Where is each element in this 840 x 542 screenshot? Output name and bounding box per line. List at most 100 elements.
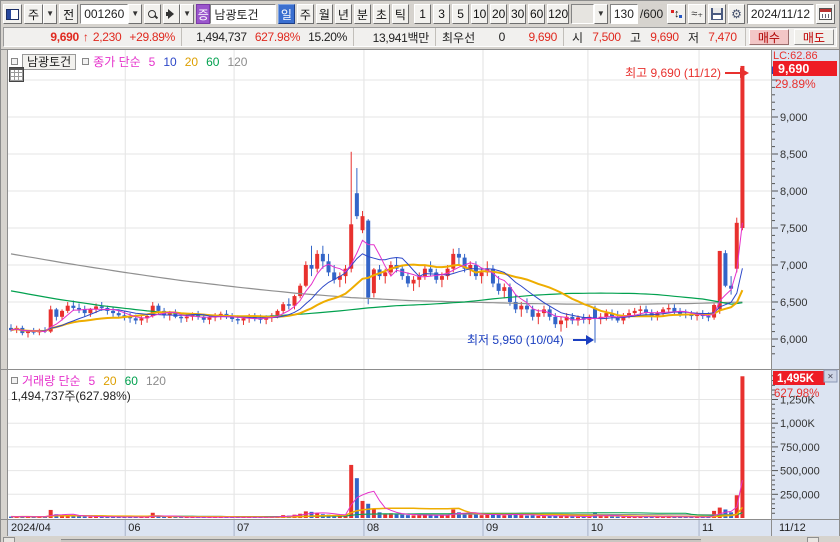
- minute-button-120[interactable]: 120: [547, 4, 570, 24]
- candle-body: [303, 265, 308, 286]
- pane-toggle-icon[interactable]: [11, 58, 18, 65]
- volume-axis-label: 500,000: [780, 466, 820, 478]
- candle-body: [507, 287, 512, 302]
- legend-ma-60: 60: [124, 373, 138, 388]
- best-quote-cell: 최우선 0 9,690: [436, 28, 564, 46]
- mini-period-button[interactable]: 주: [24, 4, 44, 24]
- low-label: 저: [687, 30, 700, 45]
- bottom-scroll-strip[interactable]: [1, 536, 840, 542]
- minute-button-10[interactable]: 10: [471, 4, 489, 24]
- stock-code-input[interactable]: 001260: [80, 4, 129, 24]
- candle-body: [434, 272, 439, 280]
- minute-button-20[interactable]: 20: [490, 4, 508, 24]
- volume-bar: [394, 514, 399, 518]
- chart-window-icon: [6, 8, 19, 20]
- candle-body: [26, 331, 31, 334]
- volume-bar: [485, 514, 490, 518]
- sound-dropdown[interactable]: ▼: [180, 4, 195, 24]
- volume-bar: [366, 503, 371, 518]
- candle-body: [184, 316, 189, 319]
- period-tab-월[interactable]: 월: [315, 4, 333, 24]
- volume-bar: [615, 516, 620, 518]
- candle-body: [309, 265, 314, 269]
- volume-bar: [417, 515, 422, 518]
- scroll-right-button[interactable]: [807, 537, 819, 542]
- chart-window-button[interactable]: [3, 4, 22, 24]
- candle-body: [54, 309, 59, 317]
- volume-bar: [405, 515, 410, 518]
- minute-button-30[interactable]: 30: [509, 4, 527, 24]
- chart-area[interactable]: 9,000 8,500 8,000 7,500 7,000 6,500 6,000 1,250…: [1, 49, 840, 542]
- save-button[interactable]: [708, 4, 727, 24]
- empty-select[interactable]: [571, 4, 594, 24]
- period-tab-분[interactable]: 분: [353, 4, 371, 24]
- draw-line-icon: ≈₊: [691, 7, 704, 20]
- scroll-left-button[interactable]: [3, 537, 15, 542]
- settings-button[interactable]: ⚙: [728, 4, 745, 24]
- bar-count-input[interactable]: 130: [609, 4, 638, 24]
- price-axis-label: 7,000: [780, 260, 808, 272]
- period-tab-일[interactable]: 일: [277, 4, 295, 24]
- candle-body: [553, 316, 558, 325]
- sell-button[interactable]: 매도: [793, 29, 834, 45]
- open-label: 시: [572, 30, 584, 45]
- candle-body: [116, 313, 121, 316]
- candle-body: [320, 253, 325, 262]
- chevron-down-icon: ▼: [131, 9, 140, 18]
- pane-toggle-icon[interactable]: [11, 377, 18, 384]
- high-price: 9,690: [650, 30, 679, 44]
- volume-axis-label: 1,000K: [780, 418, 816, 430]
- candle-body: [536, 313, 541, 317]
- price-axis-label: 6,000: [780, 334, 808, 346]
- indicator-toggle-icon[interactable]: [82, 58, 90, 65]
- stock-search-button[interactable]: [144, 4, 162, 24]
- price-axis-label: 9,000: [780, 112, 808, 124]
- clipped-indicator-text: LC:62.86: [773, 50, 818, 62]
- candle-body: [133, 318, 138, 321]
- period-tab-초[interactable]: 초: [372, 4, 390, 24]
- minute-button-3[interactable]: 3: [433, 4, 451, 24]
- data-table-icon[interactable]: [9, 67, 24, 82]
- candle-body: [60, 310, 65, 317]
- trade-amount: 13,941백만: [372, 30, 430, 45]
- code-dropdown[interactable]: ▼: [128, 4, 143, 24]
- minute-button-5[interactable]: 5: [452, 4, 470, 24]
- mini-period-dropdown[interactable]: ▼: [43, 4, 58, 24]
- jeon-button[interactable]: 전: [59, 4, 79, 24]
- candle-body: [740, 65, 745, 228]
- empty-select-dropdown[interactable]: ▼: [593, 4, 608, 24]
- legend-stock-name[interactable]: 남광토건: [22, 53, 77, 70]
- volume-bar: [576, 516, 580, 518]
- chevron-down-icon: ▼: [596, 9, 605, 18]
- volume-bar: [479, 515, 484, 518]
- candle-body: [519, 305, 524, 310]
- quote-infobar: 9,690 ↑ 2,230 +29.89% 1,494,737 627.98% …: [3, 27, 837, 47]
- period-tab-틱[interactable]: 틱: [391, 4, 409, 24]
- volume-bar: [411, 515, 416, 518]
- minute-button-group: 1 3 5 10 20 30 60 120: [414, 4, 571, 24]
- stock-name-field[interactable]: 남광토건: [210, 4, 276, 24]
- volume-bar: [502, 515, 507, 518]
- volume-bar: [530, 515, 535, 518]
- period-tab-년[interactable]: 년: [334, 4, 352, 24]
- calendar-button[interactable]: [816, 4, 836, 24]
- volume-bar: [564, 516, 569, 518]
- price-cell: 9,690 ↑ 2,230 +29.89%: [4, 28, 182, 46]
- sound-button[interactable]: [163, 4, 181, 24]
- candle-body: [111, 310, 116, 314]
- candle-body: [275, 310, 280, 316]
- candlestick-chart[interactable]: 9,0008,5008,0007,5007,0006,5006,0001,250…: [1, 49, 840, 542]
- draw-line-button[interactable]: ≈₊: [688, 4, 707, 24]
- price-order-button[interactable]: ↕: [667, 4, 687, 24]
- candle-body: [383, 272, 388, 277]
- minute-button-1[interactable]: 1: [414, 4, 432, 24]
- candle-body: [473, 265, 478, 277]
- volume-bar: [439, 515, 444, 518]
- candle-body: [315, 253, 320, 269]
- volume-bar: [536, 515, 541, 518]
- period-tab-주[interactable]: 주: [296, 4, 314, 24]
- volume-cell: 1,494,737 627.98% 15.20%: [182, 28, 354, 46]
- buy-button[interactable]: 매수: [748, 29, 789, 45]
- date-input[interactable]: 2024/11/12: [746, 4, 815, 24]
- minute-button-60[interactable]: 60: [528, 4, 546, 24]
